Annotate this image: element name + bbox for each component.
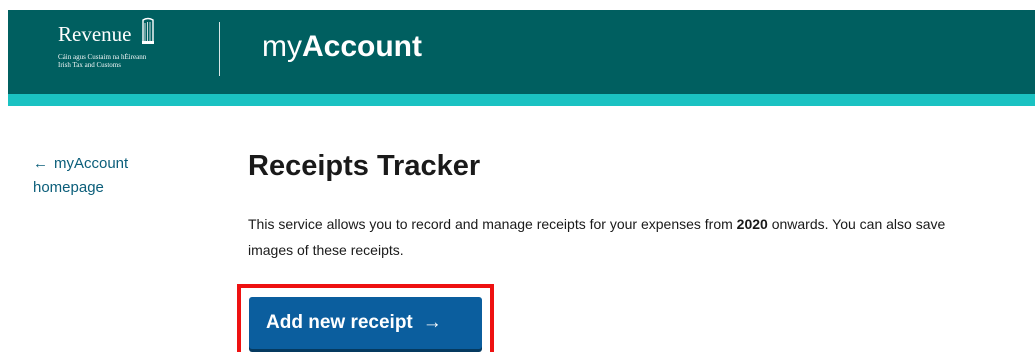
revenue-logo[interactable]: Revenue Cáin agus Custaim na hÉireann Ir… [58, 17, 156, 69]
page-title: Receipts Tracker [248, 150, 481, 182]
app-title-main: Account [302, 30, 422, 63]
site-header [8, 10, 1035, 94]
harp-icon [140, 17, 156, 50]
app-title[interactable]: myAccount [262, 30, 422, 64]
header-divider [219, 22, 220, 76]
intro-year: 2020 [736, 216, 768, 232]
app-title-prefix: my [262, 30, 302, 63]
logo-name: Revenue [58, 22, 132, 46]
back-to-myaccount-link[interactable]: ← myAccount homepage [33, 152, 183, 200]
intro-text-start: This service allows you to record and ma… [248, 216, 737, 232]
header-stripe [8, 94, 1035, 106]
logo-subtitle: Cáin agus Custaim na hÉireann Irish Tax … [58, 53, 156, 69]
arrow-left-icon: ← [33, 155, 48, 172]
logo-subtitle-english: Irish Tax and Customs [58, 61, 121, 69]
add-button-label: Add new receipt [266, 312, 413, 333]
logo-subtitle-irish: Cáin agus Custaim na hÉireann [58, 53, 147, 61]
add-new-receipt-button[interactable]: Add new receipt → [249, 297, 482, 349]
intro-text: This service allows you to record and ma… [248, 211, 988, 263]
arrow-right-icon: → [422, 312, 442, 333]
